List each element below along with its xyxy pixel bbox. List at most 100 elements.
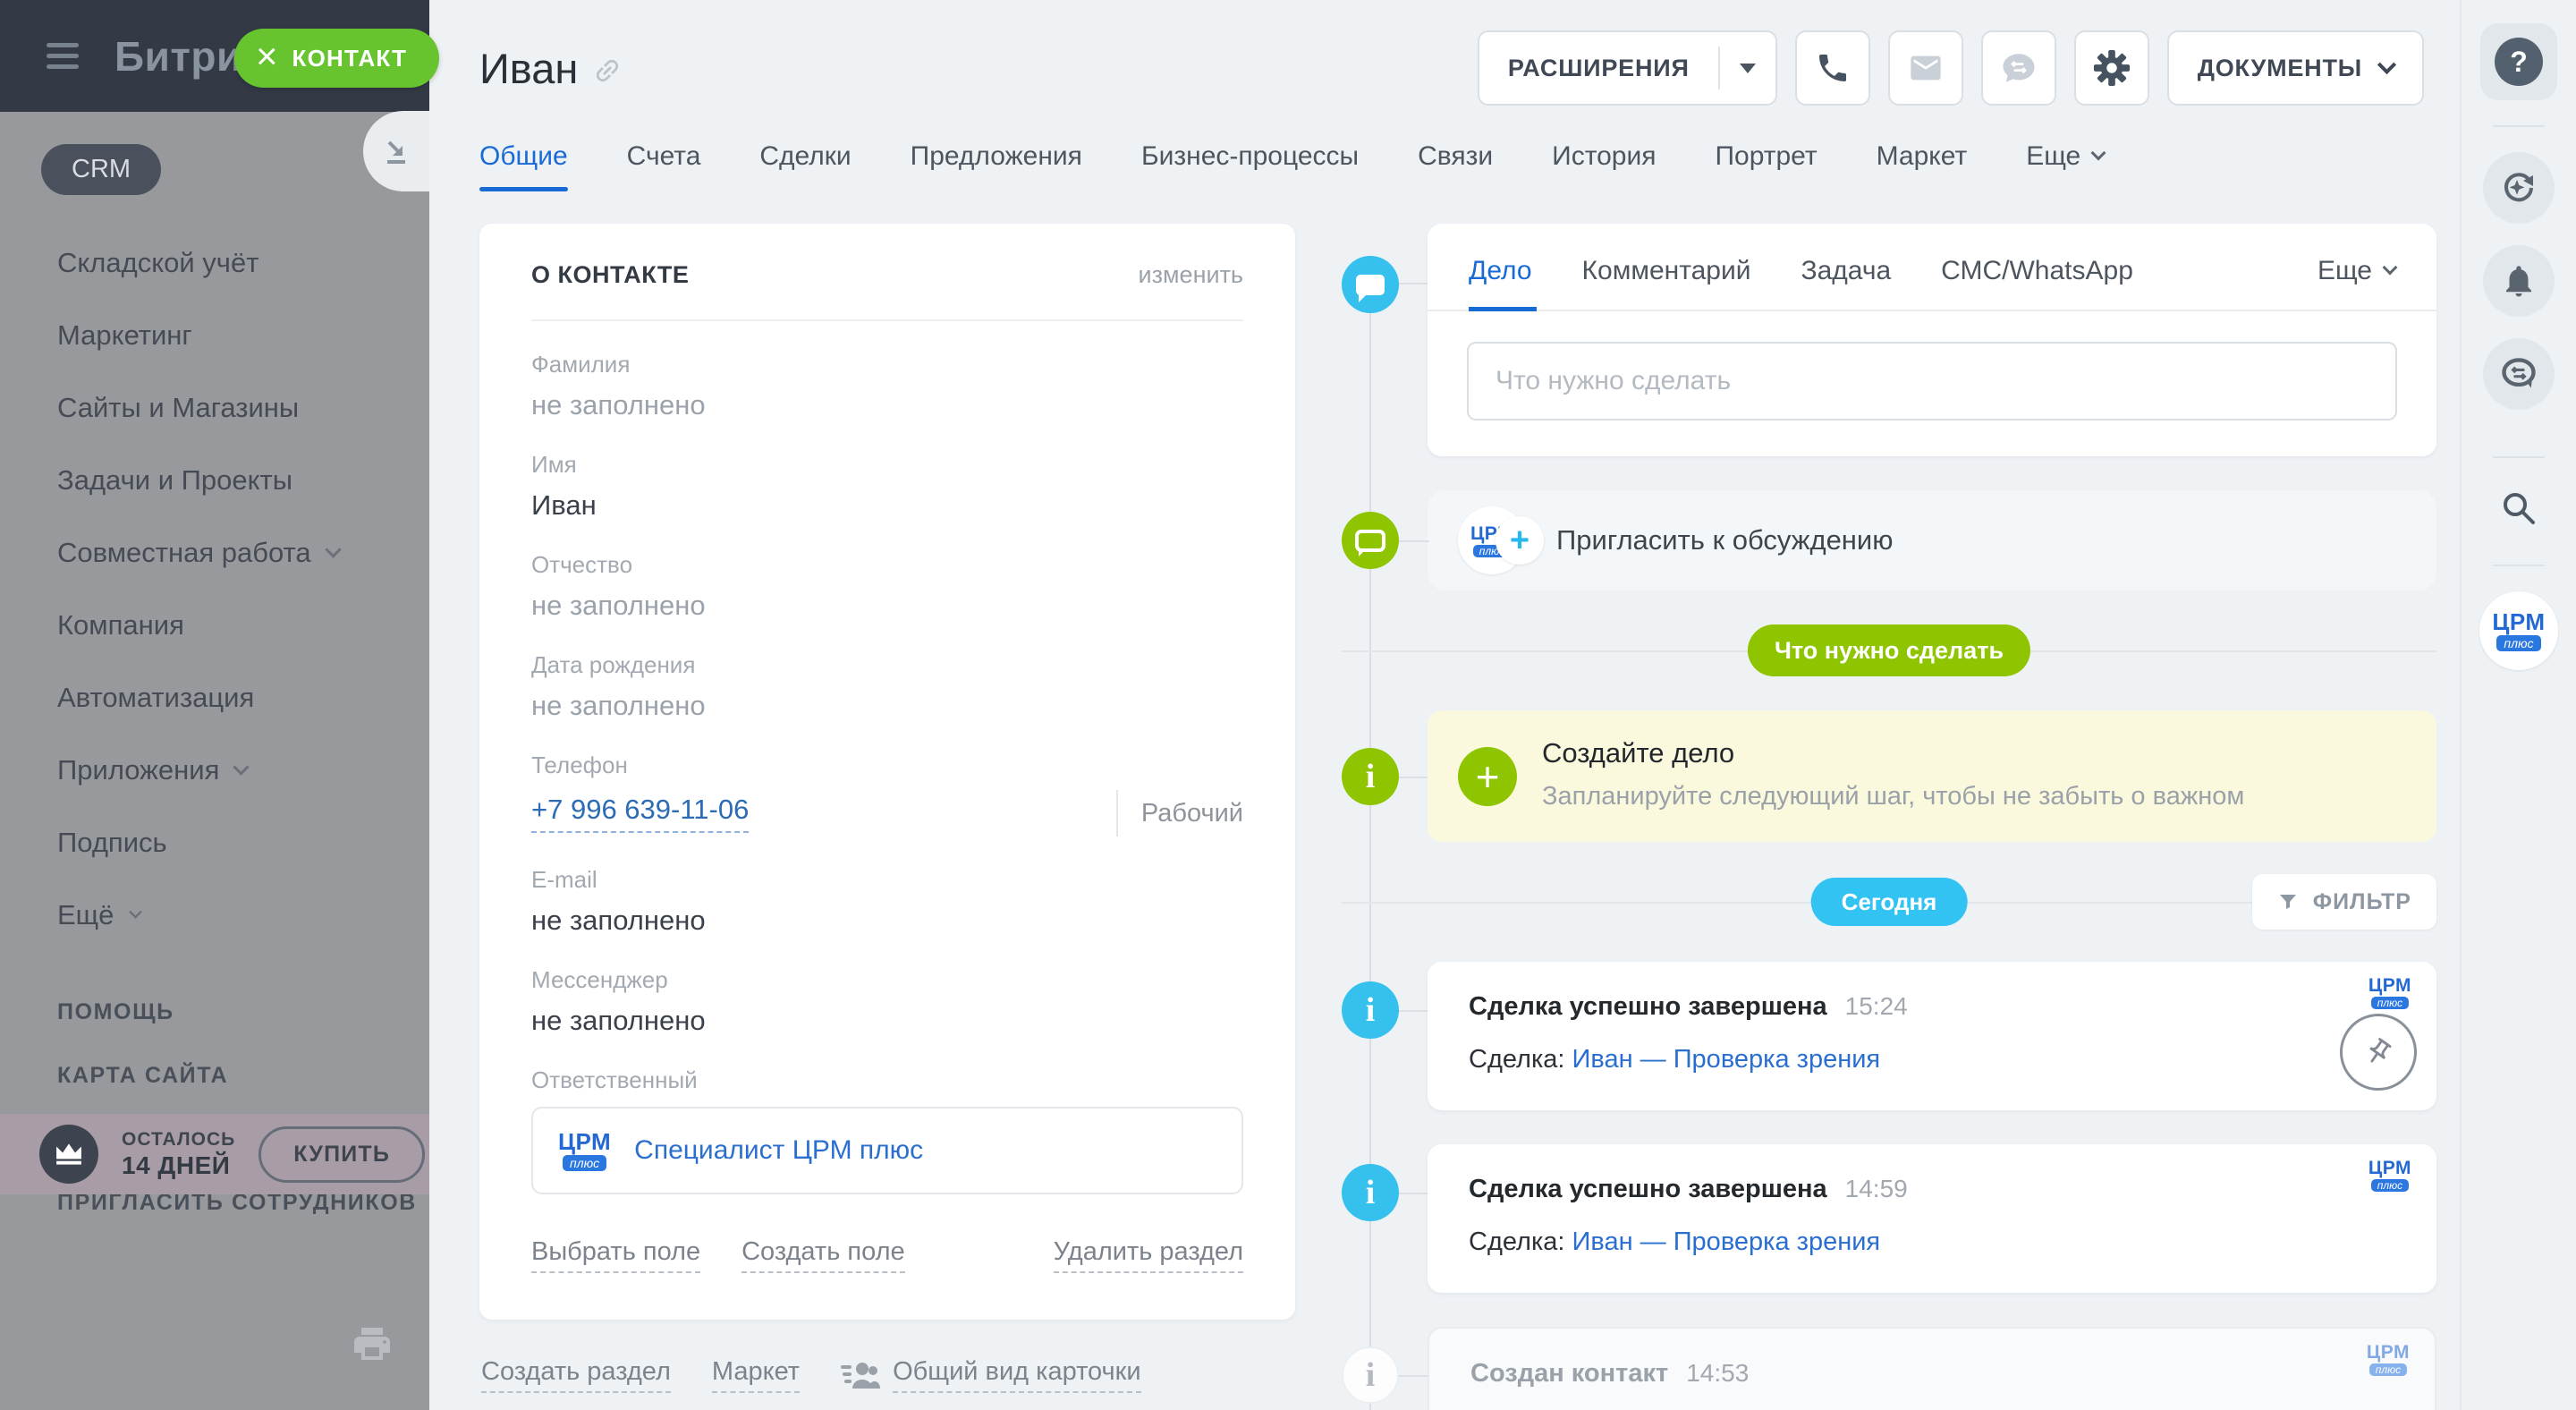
search-button[interactable] bbox=[2497, 487, 2540, 534]
field-firstname: Имя Иван bbox=[531, 451, 1243, 522]
responsible-link[interactable]: Специалист ЦРМ плюс bbox=[634, 1135, 923, 1166]
tab-general[interactable]: Общие bbox=[479, 141, 568, 191]
sidebar-body: CRM Складской учёт Маркетинг Сайты и Маг… bbox=[0, 112, 429, 1410]
market-link[interactable]: Маркет bbox=[712, 1357, 800, 1393]
header-actions: РАСШИРЕНИЯ bbox=[1478, 30, 2424, 106]
entry-card-contact-created[interactable]: Создан контакт 14:53 Иван ЦРМплюс bbox=[1428, 1327, 2436, 1410]
sidebar-link-sitemap[interactable]: КАРТА САЙТА bbox=[57, 1063, 429, 1089]
divider bbox=[531, 319, 1243, 321]
edit-link[interactable]: изменить bbox=[1139, 261, 1243, 289]
sidebar-item-automation[interactable]: Автоматизация bbox=[57, 682, 429, 714]
print-icon[interactable] bbox=[349, 1322, 395, 1370]
phone-link[interactable]: +7 996 639-11-06 bbox=[531, 794, 749, 833]
crm-plus-app-button[interactable]: ЦРМ плюс bbox=[2479, 591, 2558, 670]
divider bbox=[2493, 125, 2545, 127]
field-messenger: Мессенджер не заполнено bbox=[531, 966, 1243, 1037]
chat-sync-icon bbox=[2000, 49, 2038, 87]
composer-tab-task[interactable]: Задача bbox=[1801, 256, 1892, 310]
create-section-link[interactable]: Создать раздел bbox=[481, 1357, 671, 1393]
sidebar-item-sites[interactable]: Сайты и Магазины bbox=[57, 392, 429, 424]
invite-to-discussion[interactable]: ЦРМплюс + Пригласить к обсуждению bbox=[1428, 490, 2436, 590]
sidebar-item-signature[interactable]: Подпись bbox=[57, 827, 429, 859]
timeline-composer-row: Дело Комментарий Задача СМС/WhatsApp Еще bbox=[1342, 224, 2436, 456]
copy-link-icon[interactable] bbox=[592, 55, 623, 90]
deal-link[interactable]: Иван — Проверка зрения bbox=[1572, 1045, 1881, 1074]
entry-card-deal-won-2[interactable]: Сделка успешно завершена 14:59 Сделка: И… bbox=[1428, 1144, 2436, 1293]
call-button[interactable] bbox=[1795, 30, 1870, 106]
crm-plus-logo: ЦРМ плюс bbox=[558, 1130, 611, 1171]
composer-tab-more[interactable]: Еще bbox=[2318, 256, 2395, 310]
search-icon bbox=[2497, 487, 2540, 530]
email-button[interactable] bbox=[1888, 30, 1963, 106]
composer-card: Дело Комментарий Задача СМС/WhatsApp Еще bbox=[1428, 224, 2436, 456]
buy-button[interactable]: КУПИТЬ bbox=[258, 1126, 425, 1183]
chevron-down-icon bbox=[233, 759, 250, 775]
tab-deals[interactable]: Сделки bbox=[759, 141, 851, 191]
filter-button[interactable]: ФИЛЬТР bbox=[2252, 874, 2436, 930]
tab-history[interactable]: История bbox=[1552, 141, 1656, 191]
entity-type-badge[interactable]: × КОНТАКТ bbox=[234, 29, 439, 88]
contact-column: О КОНТАКТЕ изменить Фамилия не заполнено… bbox=[479, 224, 1295, 1410]
timeline: Дело Комментарий Задача СМС/WhatsApp Еще bbox=[1342, 224, 2436, 1410]
select-field-link[interactable]: Выбрать поле bbox=[531, 1237, 700, 1273]
card-view-link[interactable]: Общий вид карточки bbox=[893, 1357, 1140, 1393]
activity-bubble-icon bbox=[1342, 256, 1399, 313]
field-phone: Телефон +7 996 639-11-06 Рабочий bbox=[531, 752, 1243, 837]
close-icon[interactable]: × bbox=[256, 38, 278, 75]
create-field-link[interactable]: Создать поле bbox=[741, 1237, 905, 1273]
tab-relations[interactable]: Связи bbox=[1418, 141, 1493, 191]
pin-button[interactable] bbox=[2340, 1014, 2417, 1091]
divider bbox=[2493, 456, 2545, 458]
sidebar-item-collab[interactable]: Совместная работа bbox=[57, 537, 429, 569]
sidebar-item-marketing[interactable]: Маркетинг bbox=[57, 319, 429, 352]
composer-tab-comment[interactable]: Комментарий bbox=[1582, 256, 1751, 310]
crm-plus-logo: ЦРМплюс bbox=[2367, 1343, 2410, 1376]
sidebar-item-tasks[interactable]: Задачи и Проекты bbox=[57, 464, 429, 497]
sidebar-item-apps[interactable]: Приложения bbox=[57, 754, 429, 786]
create-activity-hint[interactable]: + Создайте дело Запланируйте следующий ш… bbox=[1428, 710, 2436, 842]
delete-section-link[interactable]: Удалить раздел bbox=[1054, 1237, 1243, 1273]
sidebar-item-company[interactable]: Компания bbox=[57, 609, 429, 641]
entry-card-deal-won-1[interactable]: Сделка успешно завершена 15:24 Сделка: И… bbox=[1428, 962, 2436, 1110]
messenger-rail-button[interactable] bbox=[2483, 338, 2555, 410]
messenger-button[interactable] bbox=[1981, 30, 2056, 106]
tab-more[interactable]: Еще bbox=[2026, 141, 2104, 191]
divider bbox=[1116, 790, 1118, 837]
sidebar-item-more[interactable]: Ещё bbox=[57, 899, 429, 931]
add-activity-button[interactable]: + bbox=[1458, 747, 1517, 806]
todo-divider: Что нужно сделать bbox=[1342, 624, 2436, 676]
crm-badge[interactable]: CRM bbox=[41, 144, 161, 195]
todo-input[interactable] bbox=[1467, 342, 2397, 420]
sidebar-link-help[interactable]: ПОМОЩЬ bbox=[57, 999, 429, 1025]
documents-button[interactable]: ДОКУМЕНТЫ bbox=[2167, 30, 2424, 106]
extensions-button[interactable]: РАСШИРЕНИЯ bbox=[1478, 30, 1777, 106]
tab-bizproc[interactable]: Бизнес-процессы bbox=[1141, 141, 1359, 191]
hint-row: i + Создайте дело Запланируйте следующий… bbox=[1342, 710, 2436, 842]
phone-type-label: Рабочий bbox=[1141, 799, 1243, 828]
day-divider: Сегодня ФИЛЬТР bbox=[1342, 876, 2436, 928]
contact-card: О КОНТАКТЕ изменить Фамилия не заполнено… bbox=[479, 224, 1295, 1320]
help-button[interactable]: ? bbox=[2480, 23, 2557, 100]
phone-icon bbox=[1815, 50, 1851, 86]
field-lastname: Фамилия не заполнено bbox=[531, 351, 1243, 421]
people-icon bbox=[841, 1360, 880, 1390]
tab-quotes[interactable]: Предложения bbox=[911, 141, 1082, 191]
right-rail: ? bbox=[2460, 0, 2576, 1410]
copilot-button[interactable] bbox=[2483, 152, 2555, 224]
tab-market[interactable]: Маркет bbox=[1877, 141, 1968, 191]
add-user-icon[interactable]: + bbox=[1496, 516, 1544, 565]
settings-button[interactable] bbox=[2074, 30, 2149, 106]
composer-tab-activity[interactable]: Дело bbox=[1469, 256, 1532, 310]
notifications-button[interactable] bbox=[2483, 245, 2555, 317]
crm-plus-logo: ЦРМ плюс bbox=[2492, 610, 2545, 651]
menu-burger-icon[interactable] bbox=[47, 43, 79, 69]
license-bar: ОСТАЛОСЬ 14 ДНЕЙ КУПИТЬ bbox=[0, 1114, 429, 1194]
tab-invoices[interactable]: Счета bbox=[627, 141, 701, 191]
avatar: ЦРМплюс + bbox=[1458, 506, 1530, 574]
extensions-dropdown-button[interactable] bbox=[1720, 32, 1775, 104]
deal-link[interactable]: Иван — Проверка зрения bbox=[1572, 1227, 1881, 1256]
composer-tab-sms[interactable]: СМС/WhatsApp bbox=[1941, 256, 2133, 310]
content: О КОНТАКТЕ изменить Фамилия не заполнено… bbox=[479, 224, 2460, 1410]
tab-profile[interactable]: Портрет bbox=[1715, 141, 1817, 191]
sidebar-item-inventory[interactable]: Складской учёт bbox=[57, 247, 429, 279]
